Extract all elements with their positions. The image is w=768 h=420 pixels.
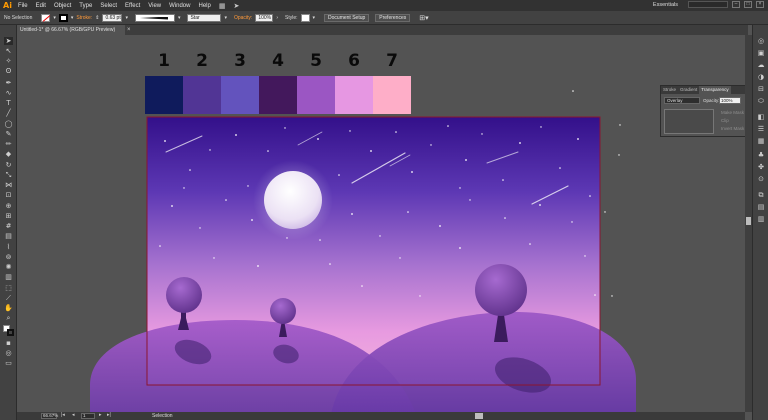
palette-swatch[interactable] bbox=[297, 76, 335, 114]
palette-item: 1 bbox=[145, 50, 183, 114]
libraries-panel-icon[interactable]: ☁ bbox=[756, 61, 766, 70]
line-tool-icon[interactable]: ╱ bbox=[4, 109, 13, 117]
palette-swatch[interactable] bbox=[373, 76, 411, 114]
tab-stroke[interactable]: Stroke bbox=[661, 86, 678, 94]
mask-thumbnail[interactable] bbox=[664, 109, 714, 134]
palette-number: 7 bbox=[386, 51, 398, 71]
palette-item: 4 bbox=[259, 50, 297, 114]
nav-next-icon[interactable]: ▸ bbox=[99, 412, 102, 418]
palette-number: 3 bbox=[234, 51, 246, 71]
artboard-number-field[interactable]: 1 bbox=[81, 413, 95, 419]
palette-item: 5 bbox=[297, 50, 335, 114]
type-tool-icon[interactable]: T bbox=[4, 99, 13, 107]
zoom-field[interactable]: 66.67% bbox=[41, 413, 58, 419]
artboard-tool-icon[interactable]: ⬚ bbox=[4, 284, 13, 292]
drawing-mode-icon[interactable]: ◎ bbox=[4, 349, 13, 357]
vertical-scrollbar[interactable] bbox=[745, 35, 752, 412]
transparency-panel: Stroke Gradient Transparency Overlay Opa… bbox=[660, 85, 748, 137]
brushes-panel-icon[interactable]: ♣ bbox=[756, 151, 766, 160]
zoom-tool-icon[interactable]: ⌕ bbox=[4, 314, 13, 322]
palette-number: 6 bbox=[348, 51, 360, 71]
properties-panel-icon[interactable]: ▥ bbox=[756, 215, 766, 224]
hand-tool-icon[interactable]: ✋ bbox=[4, 304, 13, 312]
selection-tool-icon[interactable]: ➤ bbox=[4, 37, 13, 45]
symbols-panel-icon[interactable]: ✤ bbox=[756, 163, 766, 172]
graphic-styles-panel-icon[interactable]: ⊙ bbox=[756, 175, 766, 184]
status-bar: 66.67% |◂ ◂ 1 ▸ ▸| Selection bbox=[17, 412, 745, 420]
panel-tabs: Stroke Gradient Transparency bbox=[661, 86, 747, 94]
slice-tool-icon[interactable]: ⟋ bbox=[4, 294, 13, 302]
eraser-tool-icon[interactable]: ◆ bbox=[4, 150, 13, 158]
ellipse-tool-icon[interactable]: ◯ bbox=[4, 120, 13, 128]
transparency-panel-icon[interactable]: ⬭ bbox=[756, 97, 766, 106]
layers-panel-icon[interactable]: ▣ bbox=[756, 49, 766, 58]
free-transform-tool-icon[interactable]: ⊡ bbox=[4, 191, 13, 199]
swatches-panel-icon[interactable]: ▦ bbox=[756, 137, 766, 146]
horizontal-scroll-thumb[interactable] bbox=[475, 413, 483, 419]
palette-swatch[interactable] bbox=[183, 76, 221, 114]
panel-opacity-field[interactable]: 100% bbox=[719, 97, 741, 104]
eyedropper-tool-icon[interactable]: ⌇ bbox=[4, 243, 13, 251]
palette-item: 2 bbox=[183, 50, 221, 114]
moon[interactable] bbox=[264, 171, 322, 229]
vertical-scroll-thumb[interactable] bbox=[746, 217, 751, 225]
tab-gradient[interactable]: Gradient bbox=[678, 86, 699, 94]
color-mode-icon[interactable]: ▪ bbox=[4, 339, 13, 347]
pencil-tool-icon[interactable]: ✏ bbox=[4, 140, 13, 148]
nav-last-icon[interactable]: ▸| bbox=[107, 412, 111, 418]
gradient-tool-icon[interactable]: ▤ bbox=[4, 232, 13, 240]
lasso-tool-icon[interactable]: ʘ bbox=[4, 67, 13, 75]
column-graph-tool-icon[interactable]: ▥ bbox=[4, 273, 13, 281]
palette-number: 5 bbox=[310, 51, 322, 71]
direct-selection-tool-icon[interactable]: ↖ bbox=[4, 47, 13, 55]
scale-tool-icon[interactable]: ⤡ bbox=[4, 171, 13, 179]
palette-item: 7 bbox=[373, 50, 411, 114]
make-mask-button[interactable]: Make Mask bbox=[721, 109, 745, 116]
palette-item: 6 bbox=[335, 50, 373, 114]
panel-opacity-label: Opacity: bbox=[703, 98, 720, 103]
palette-swatch[interactable] bbox=[221, 76, 259, 114]
magic-wand-tool-icon[interactable]: ✧ bbox=[4, 57, 13, 65]
artboards-panel-icon[interactable]: ⧉ bbox=[756, 191, 766, 200]
asset-export-panel-icon[interactable]: ▤ bbox=[756, 203, 766, 212]
invert-mask-checkbox[interactable]: Invert Mask bbox=[721, 125, 745, 132]
color-palette: 1 2 3 4 5 6 7 bbox=[145, 50, 411, 114]
palette-number: 4 bbox=[272, 51, 284, 71]
palette-swatch[interactable] bbox=[145, 76, 183, 114]
navigator-panel-icon[interactable]: ⊟ bbox=[756, 85, 766, 94]
tools-panel: ➤ ↖ ✧ ʘ ✒ ∿ T ╱ ◯ ✎ ✏ ◆ ↻ ⤡ ⋈ ⊡ ⊕ ⊞ # ▤ … bbox=[0, 25, 17, 420]
tab-transparency[interactable]: Transparency bbox=[699, 86, 731, 94]
stroke-panel-icon[interactable]: ☰ bbox=[756, 125, 766, 134]
appearance-panel-icon[interactable]: ◎ bbox=[756, 37, 766, 46]
nav-first-icon[interactable]: |◂ bbox=[61, 412, 65, 418]
palette-number: 1 bbox=[158, 51, 170, 71]
shape-builder-tool-icon[interactable]: ⊕ bbox=[4, 202, 13, 210]
rotate-tool-icon[interactable]: ↻ bbox=[4, 161, 13, 169]
current-tool-status: Selection bbox=[152, 413, 173, 419]
palette-swatch[interactable] bbox=[259, 76, 297, 114]
blend-tool-icon[interactable]: ⊚ bbox=[4, 253, 13, 261]
paintbrush-tool-icon[interactable]: ✎ bbox=[4, 130, 13, 138]
mesh-tool-icon[interactable]: # bbox=[4, 222, 13, 230]
clip-checkbox[interactable]: Clip bbox=[721, 117, 745, 124]
palette-swatch[interactable] bbox=[335, 76, 373, 114]
screen-mode-icon[interactable]: ▭ bbox=[4, 359, 13, 367]
nav-prev-icon[interactable]: ◂ bbox=[72, 412, 75, 418]
pen-tool-icon[interactable]: ✒ bbox=[4, 79, 13, 87]
palette-item: 3 bbox=[221, 50, 259, 114]
width-tool-icon[interactable]: ⋈ bbox=[4, 181, 13, 189]
symbol-sprayer-tool-icon[interactable]: ✺ bbox=[4, 263, 13, 271]
fill-stroke-icon[interactable] bbox=[3, 325, 14, 336]
perspective-grid-tool-icon[interactable]: ⊞ bbox=[4, 212, 13, 220]
color-panel-icon[interactable]: ◑ bbox=[756, 73, 766, 82]
gradient-panel-icon[interactable]: ◧ bbox=[756, 113, 766, 122]
palette-number: 2 bbox=[196, 51, 208, 71]
blend-mode-select[interactable]: Overlay bbox=[664, 97, 700, 104]
curvature-tool-icon[interactable]: ∿ bbox=[4, 89, 13, 97]
panel-dock: ◎ ▣ ☁ ◑ ⊟ ⬭ ◧ ☰ ▦ ♣ ✤ ⊙ ⧉ ▤ ▥ bbox=[752, 25, 768, 420]
